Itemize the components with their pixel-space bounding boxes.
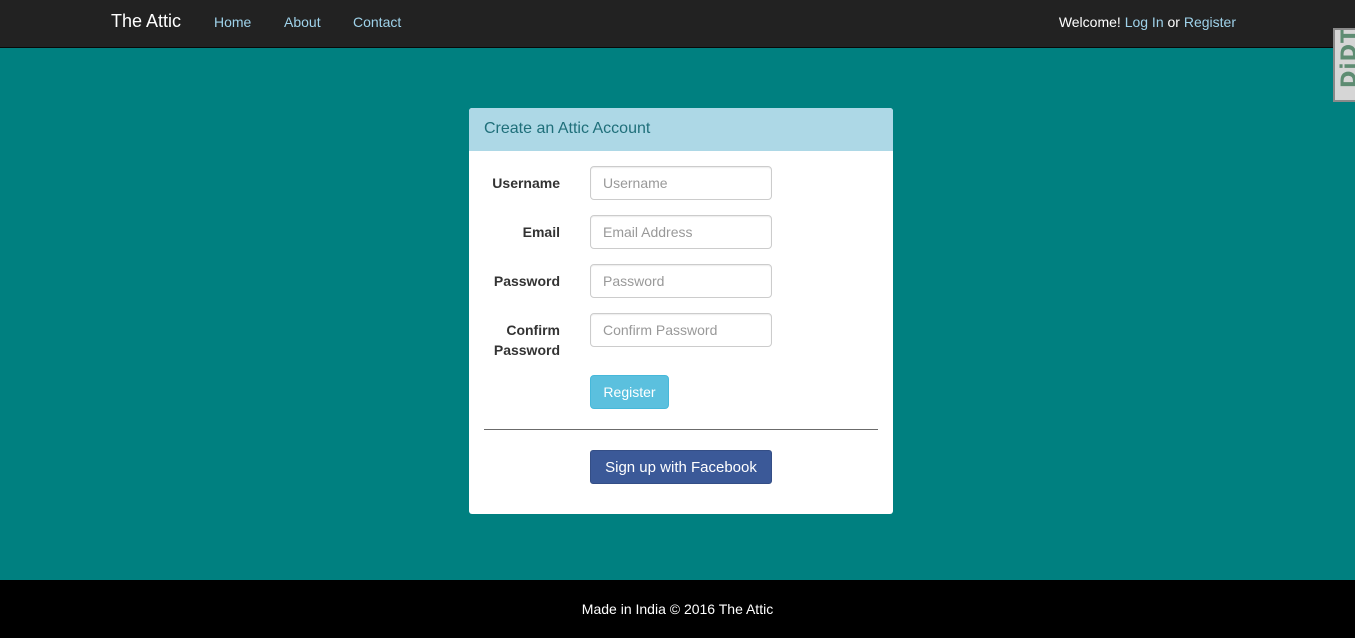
form-divider [484,429,878,430]
username-label: Username [492,175,560,191]
footer-text: Made in India © 2016 The Attic [581,601,774,617]
email-input[interactable] [590,215,772,249]
register-link[interactable]: Register [1184,14,1236,30]
page-footer: Made in India © 2016 The Attic [0,580,1355,638]
welcome-text: Welcome! [1058,14,1121,30]
top-navbar: The Attic Home About Contact Welcome! Lo… [0,0,1355,48]
username-input[interactable] [590,166,772,200]
nav-link-about[interactable]: About [284,14,321,30]
register-button[interactable]: Register [590,375,669,409]
or-text: or [1167,14,1180,30]
registration-panel: Create an Attic Account Username Email P… [469,108,893,514]
confirm-password-input[interactable] [590,313,772,347]
email-label: Email [522,224,560,240]
facebook-signup-button[interactable]: Sign up with Facebook [590,450,772,484]
nav-link-contact[interactable]: Contact [353,14,401,30]
side-widget-label: DiDT [1337,28,1355,88]
login-link[interactable]: Log In [1125,14,1164,30]
panel-heading: Create an Attic Account [469,108,893,151]
welcome-bar: Welcome! Log In or Register [1059,14,1236,30]
password-label: Password [493,273,560,289]
password-input[interactable] [590,264,772,298]
confirm-password-label: Confirm Password [493,322,560,358]
side-feedback-tab[interactable]: DiDT [1333,28,1355,102]
brand-link[interactable]: The Attic [111,11,181,32]
nav-link-home[interactable]: Home [214,14,251,30]
